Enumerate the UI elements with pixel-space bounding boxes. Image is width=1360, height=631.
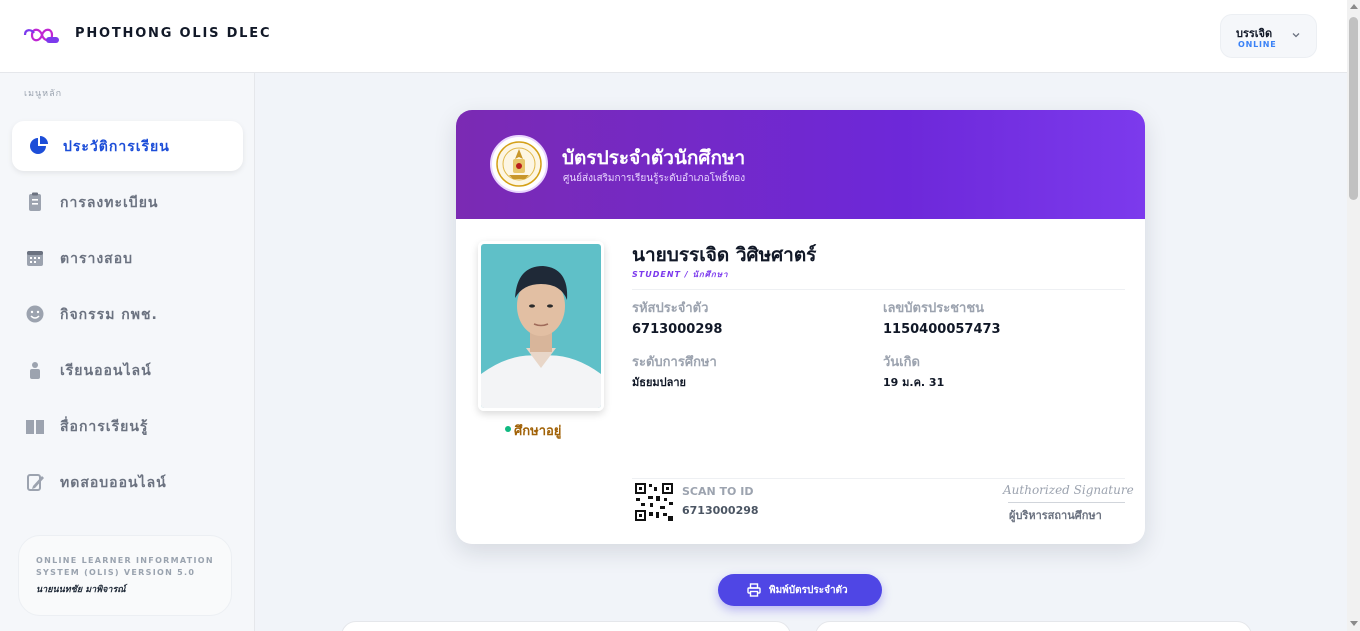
institution-seal-logo [490, 135, 548, 193]
print-button-label: พิมพ์บัตรประจำตัว [769, 585, 848, 596]
user-menu-button[interactable]: บรรเจิด ONLINE [1220, 14, 1317, 58]
authorized-signature: Authorized Signature [1003, 483, 1134, 497]
sidebar-item-label: ทดสอบออนไลน์ [60, 475, 167, 491]
printer-icon [747, 583, 761, 597]
card-header: บัตรประจำตัวนักศึกษา ศูนย์ส่งเสริมการเรี… [456, 110, 1145, 219]
sidebar-item-registration[interactable]: การลงทะเบียน [12, 177, 243, 227]
card-subtitle: ศูนย์ส่งเสริมการเรียนรู้ระดับอำเภอโพธิ์ท… [563, 173, 746, 184]
user-status-badge: ONLINE [1238, 40, 1277, 49]
scroll-up-arrow-icon[interactable] [1350, 4, 1358, 9]
signature-role: ผู้บริหารสถานศึกษา [1009, 509, 1102, 522]
signature-line [1008, 502, 1125, 503]
birth-date-value: 19 ม.ค. 31 [883, 376, 945, 389]
qr-code-icon [634, 482, 674, 522]
national-id-label: เลขบัตรประชาชน [883, 301, 985, 316]
edit-icon [27, 474, 44, 491]
student-photo [478, 241, 604, 411]
sidebar-item-history[interactable]: ประวัติการเรียน [12, 121, 243, 171]
pie-chart-icon [30, 136, 48, 154]
student-id-value: 6713000298 [632, 322, 723, 337]
sidebar-item-online-learning[interactable]: เรียนออนไลน์ [12, 345, 243, 395]
clipboard-icon [29, 192, 41, 211]
system-info-box: ONLINE LEARNER INFORMATION SYSTEM (OLIS)… [18, 535, 232, 616]
calendar-icon [27, 251, 43, 266]
smile-icon [26, 305, 44, 323]
bottom-panel-left [341, 621, 791, 631]
national-id-value: 1150400057473 [883, 322, 1001, 337]
infinity-logo-icon [23, 28, 59, 43]
scroll-down-arrow-icon[interactable] [1350, 621, 1358, 626]
student-id-card: บัตรประจำตัวนักศึกษา ศูนย์ส่งเสริมการเรี… [456, 110, 1145, 544]
birth-date-label: วันเกิด [883, 355, 920, 370]
footer-divider [632, 478, 1125, 479]
status-dot [505, 426, 511, 432]
student-role: STUDENT / นักศึกษา [632, 270, 729, 279]
brand-title: PHOTHONG OLIS DLEC [75, 26, 272, 41]
student-name: นายบรรเจิด วิศิษศาตร์ [632, 244, 817, 266]
bottom-panel-right [815, 621, 1252, 631]
seal-icon [496, 141, 542, 187]
sidebar-item-activities[interactable]: กิจกรรม กพช. [12, 289, 243, 339]
sidebar-item-online-test[interactable]: ทดสอบออนไลน์ [12, 457, 243, 507]
person-icon [30, 362, 40, 379]
chevron-down-icon [1292, 33, 1300, 38]
student-portrait-image [481, 244, 601, 408]
sidebar-item-learning-media[interactable]: สื่อการเรียนรู้ [12, 401, 243, 451]
book-icon [26, 420, 44, 434]
education-level-value: มัธยมปลาย [632, 376, 687, 389]
sidebar-item-label: สื่อการเรียนรู้ [60, 419, 149, 435]
sidebar-item-label: การลงทะเบียน [60, 195, 159, 211]
system-info-line: ONLINE LEARNER INFORMATION [36, 556, 214, 565]
scan-id-value: 6713000298 [682, 504, 759, 517]
sidebar-item-exam-schedule[interactable]: ตารางสอบ [12, 233, 243, 283]
education-level-label: ระดับการศึกษา [632, 355, 717, 370]
sidebar-item-label: ตารางสอบ [60, 251, 134, 267]
sidebar-item-label: เรียนออนไลน์ [60, 363, 152, 379]
system-author: นายนนทชัย มาพิจารณ์ [36, 585, 126, 595]
student-id-label: รหัสประจำตัว [632, 301, 709, 316]
student-status: ศึกษาอยู่ [514, 424, 562, 439]
print-card-button[interactable]: พิมพ์บัตรประจำตัว [718, 574, 882, 606]
sidebar-heading: เมนูหลัก [24, 89, 63, 99]
sidebar: เมนูหลัก ประวัติการเรียน การลงทะเบียน ตา… [0, 73, 255, 631]
scroll-thumb[interactable] [1349, 17, 1358, 200]
page-scrollbar[interactable] [1347, 0, 1360, 631]
sidebar-item-label: ประวัติการเรียน [63, 139, 170, 155]
divider [632, 289, 1125, 290]
sidebar-item-label: กิจกรรม กพช. [60, 307, 158, 323]
top-bar: PHOTHONG OLIS DLEC บรรเจิด ONLINE [0, 0, 1347, 73]
scan-label: SCAN TO ID [682, 485, 754, 498]
card-title: บัตรประจำตัวนักศึกษา [562, 147, 746, 169]
system-info-version: SYSTEM (OLIS) VERSION 5.0 [36, 568, 196, 577]
